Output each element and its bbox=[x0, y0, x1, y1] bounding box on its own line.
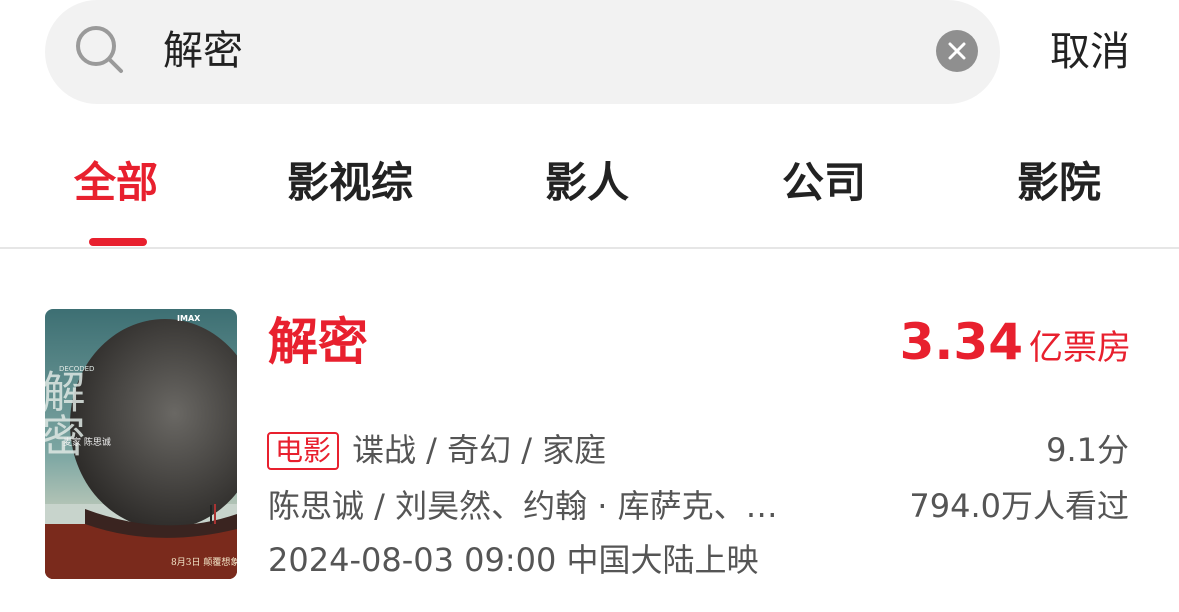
active-tab-indicator bbox=[89, 238, 147, 246]
tab-cinemas[interactable]: 影院 bbox=[1017, 150, 1101, 216]
tab-people[interactable]: 影人 bbox=[545, 150, 629, 216]
box-office: 3.34 亿票房 bbox=[900, 310, 1131, 380]
box-office-value: 3.34 bbox=[899, 313, 1023, 371]
type-badge: 电影 bbox=[267, 432, 340, 470]
search-icon bbox=[74, 24, 124, 74]
cancel-button[interactable]: 取消 bbox=[1050, 26, 1130, 78]
movie-release: 2024-08-03 09:00 中国大陆上映 bbox=[268, 541, 759, 579]
movie-title[interactable]: 解密 bbox=[268, 310, 368, 374]
poster-date-text: 8月3日 颠覆想象 bbox=[171, 556, 237, 568]
movie-poster[interactable]: 解密 DECODED IMAX 麦家 陈思诚 8月3日 颠覆想象 bbox=[45, 309, 237, 579]
poster-credit-text: 麦家 陈思诚 bbox=[63, 436, 111, 448]
poster-brand-text: IMAX bbox=[177, 314, 201, 323]
search-input[interactable]: 解密 bbox=[163, 24, 243, 78]
clear-search-button[interactable] bbox=[936, 30, 978, 72]
box-office-unit: 亿票房 bbox=[1029, 328, 1131, 368]
tab-all[interactable]: 全部 bbox=[74, 150, 158, 216]
close-icon bbox=[948, 42, 966, 60]
tabs-divider bbox=[0, 247, 1179, 249]
movie-score: 9.1分 bbox=[1046, 431, 1129, 469]
movie-cast: 陈思诚 / 刘昊然、约翰 · 库萨克、… bbox=[268, 487, 778, 525]
tab-bar: 全部 影视综 影人 公司 影院 bbox=[0, 150, 1179, 220]
poster-english-text: DECODED bbox=[59, 365, 94, 373]
movie-views: 794.0万人看过 bbox=[909, 487, 1129, 525]
tab-film-tv-variety[interactable]: 影视综 bbox=[287, 150, 413, 216]
tab-companies[interactable]: 公司 bbox=[782, 150, 866, 216]
movie-genres: 谍战 / 奇幻 / 家庭 bbox=[352, 431, 607, 469]
